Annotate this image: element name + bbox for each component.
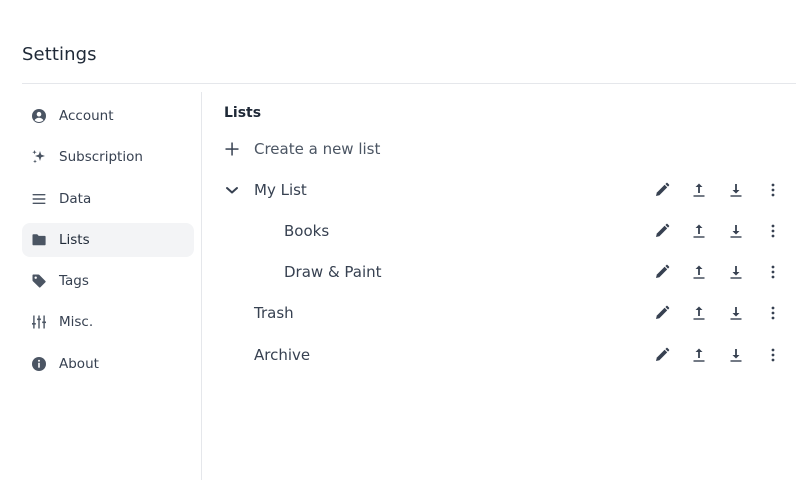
upload-icon[interactable] <box>688 261 710 283</box>
list-item[interactable]: Draw & Paint <box>224 252 784 293</box>
settings-sidebar: Account Subscription Data Lists Tags Mis… <box>22 99 194 388</box>
list-actions <box>636 334 784 375</box>
download-icon[interactable] <box>725 344 747 366</box>
plus-icon <box>224 141 240 157</box>
sidebar-item-label: Data <box>59 190 92 207</box>
sidebar-item-misc[interactable]: Misc. <box>22 305 194 339</box>
edit-icon[interactable] <box>651 344 673 366</box>
list-name[interactable]: Trash <box>254 304 294 322</box>
page-title: Settings <box>22 44 97 65</box>
sidebar-item-label: About <box>59 355 99 372</box>
download-icon[interactable] <box>725 179 747 201</box>
lists-panel: Lists Create a new list My List Books Dr <box>224 98 784 375</box>
sidebar-item-label: Misc. <box>59 314 94 331</box>
sparkles-icon <box>30 148 48 166</box>
list-item[interactable]: My List <box>224 169 784 210</box>
upload-icon[interactable] <box>688 344 710 366</box>
more-vertical-icon[interactable] <box>762 344 784 366</box>
chevron-down-icon[interactable] <box>224 182 240 198</box>
create-list-label: Create a new list <box>254 139 381 158</box>
more-vertical-icon[interactable] <box>762 179 784 201</box>
account-circle-icon <box>30 107 48 125</box>
list-name[interactable]: Draw & Paint <box>284 263 382 281</box>
upload-icon[interactable] <box>688 302 710 324</box>
more-vertical-icon[interactable] <box>762 261 784 283</box>
menu-lines-icon <box>30 190 48 208</box>
edit-icon[interactable] <box>651 261 673 283</box>
sidebar-item-label: Account <box>59 108 114 124</box>
sidebar-item-account[interactable]: Account <box>22 99 194 133</box>
sidebar-item-label: Tags <box>59 273 89 290</box>
list-actions <box>636 210 784 251</box>
sidebar-item-subscription[interactable]: Subscription <box>22 140 194 174</box>
list-item[interactable]: Archive <box>224 334 784 375</box>
sliders-icon <box>30 313 48 331</box>
sidebar-item-lists[interactable]: Lists <box>22 222 194 257</box>
sidebar-divider <box>201 92 202 480</box>
sidebar-item-label: Lists <box>59 231 90 248</box>
upload-icon[interactable] <box>688 179 710 201</box>
sidebar-item-about[interactable]: About <box>22 347 194 381</box>
more-vertical-icon[interactable] <box>762 302 784 324</box>
list-item[interactable]: Books <box>224 210 784 251</box>
list-name[interactable]: Books <box>284 222 329 240</box>
edit-icon[interactable] <box>651 220 673 242</box>
list-actions <box>636 293 784 334</box>
edit-icon[interactable] <box>651 302 673 324</box>
section-title: Lists <box>224 105 262 121</box>
edit-icon[interactable] <box>651 179 673 201</box>
download-icon[interactable] <box>725 220 747 242</box>
list-name[interactable]: Archive <box>254 346 310 364</box>
folder-icon <box>30 231 48 249</box>
create-list-button[interactable]: Create a new list <box>224 128 784 169</box>
sidebar-item-data[interactable]: Data <box>22 182 194 216</box>
list-item[interactable]: Trash <box>224 293 784 334</box>
tag-icon <box>30 272 48 290</box>
sidebar-item-label: Subscription <box>59 149 143 166</box>
download-icon[interactable] <box>725 302 747 324</box>
upload-icon[interactable] <box>688 220 710 242</box>
download-icon[interactable] <box>725 261 747 283</box>
more-vertical-icon[interactable] <box>762 220 784 242</box>
list-actions <box>636 252 784 293</box>
sidebar-item-tags[interactable]: Tags <box>22 264 194 298</box>
list-name[interactable]: My List <box>254 181 307 199</box>
title-divider <box>22 83 796 84</box>
list-actions <box>636 169 784 210</box>
info-icon <box>30 355 48 373</box>
